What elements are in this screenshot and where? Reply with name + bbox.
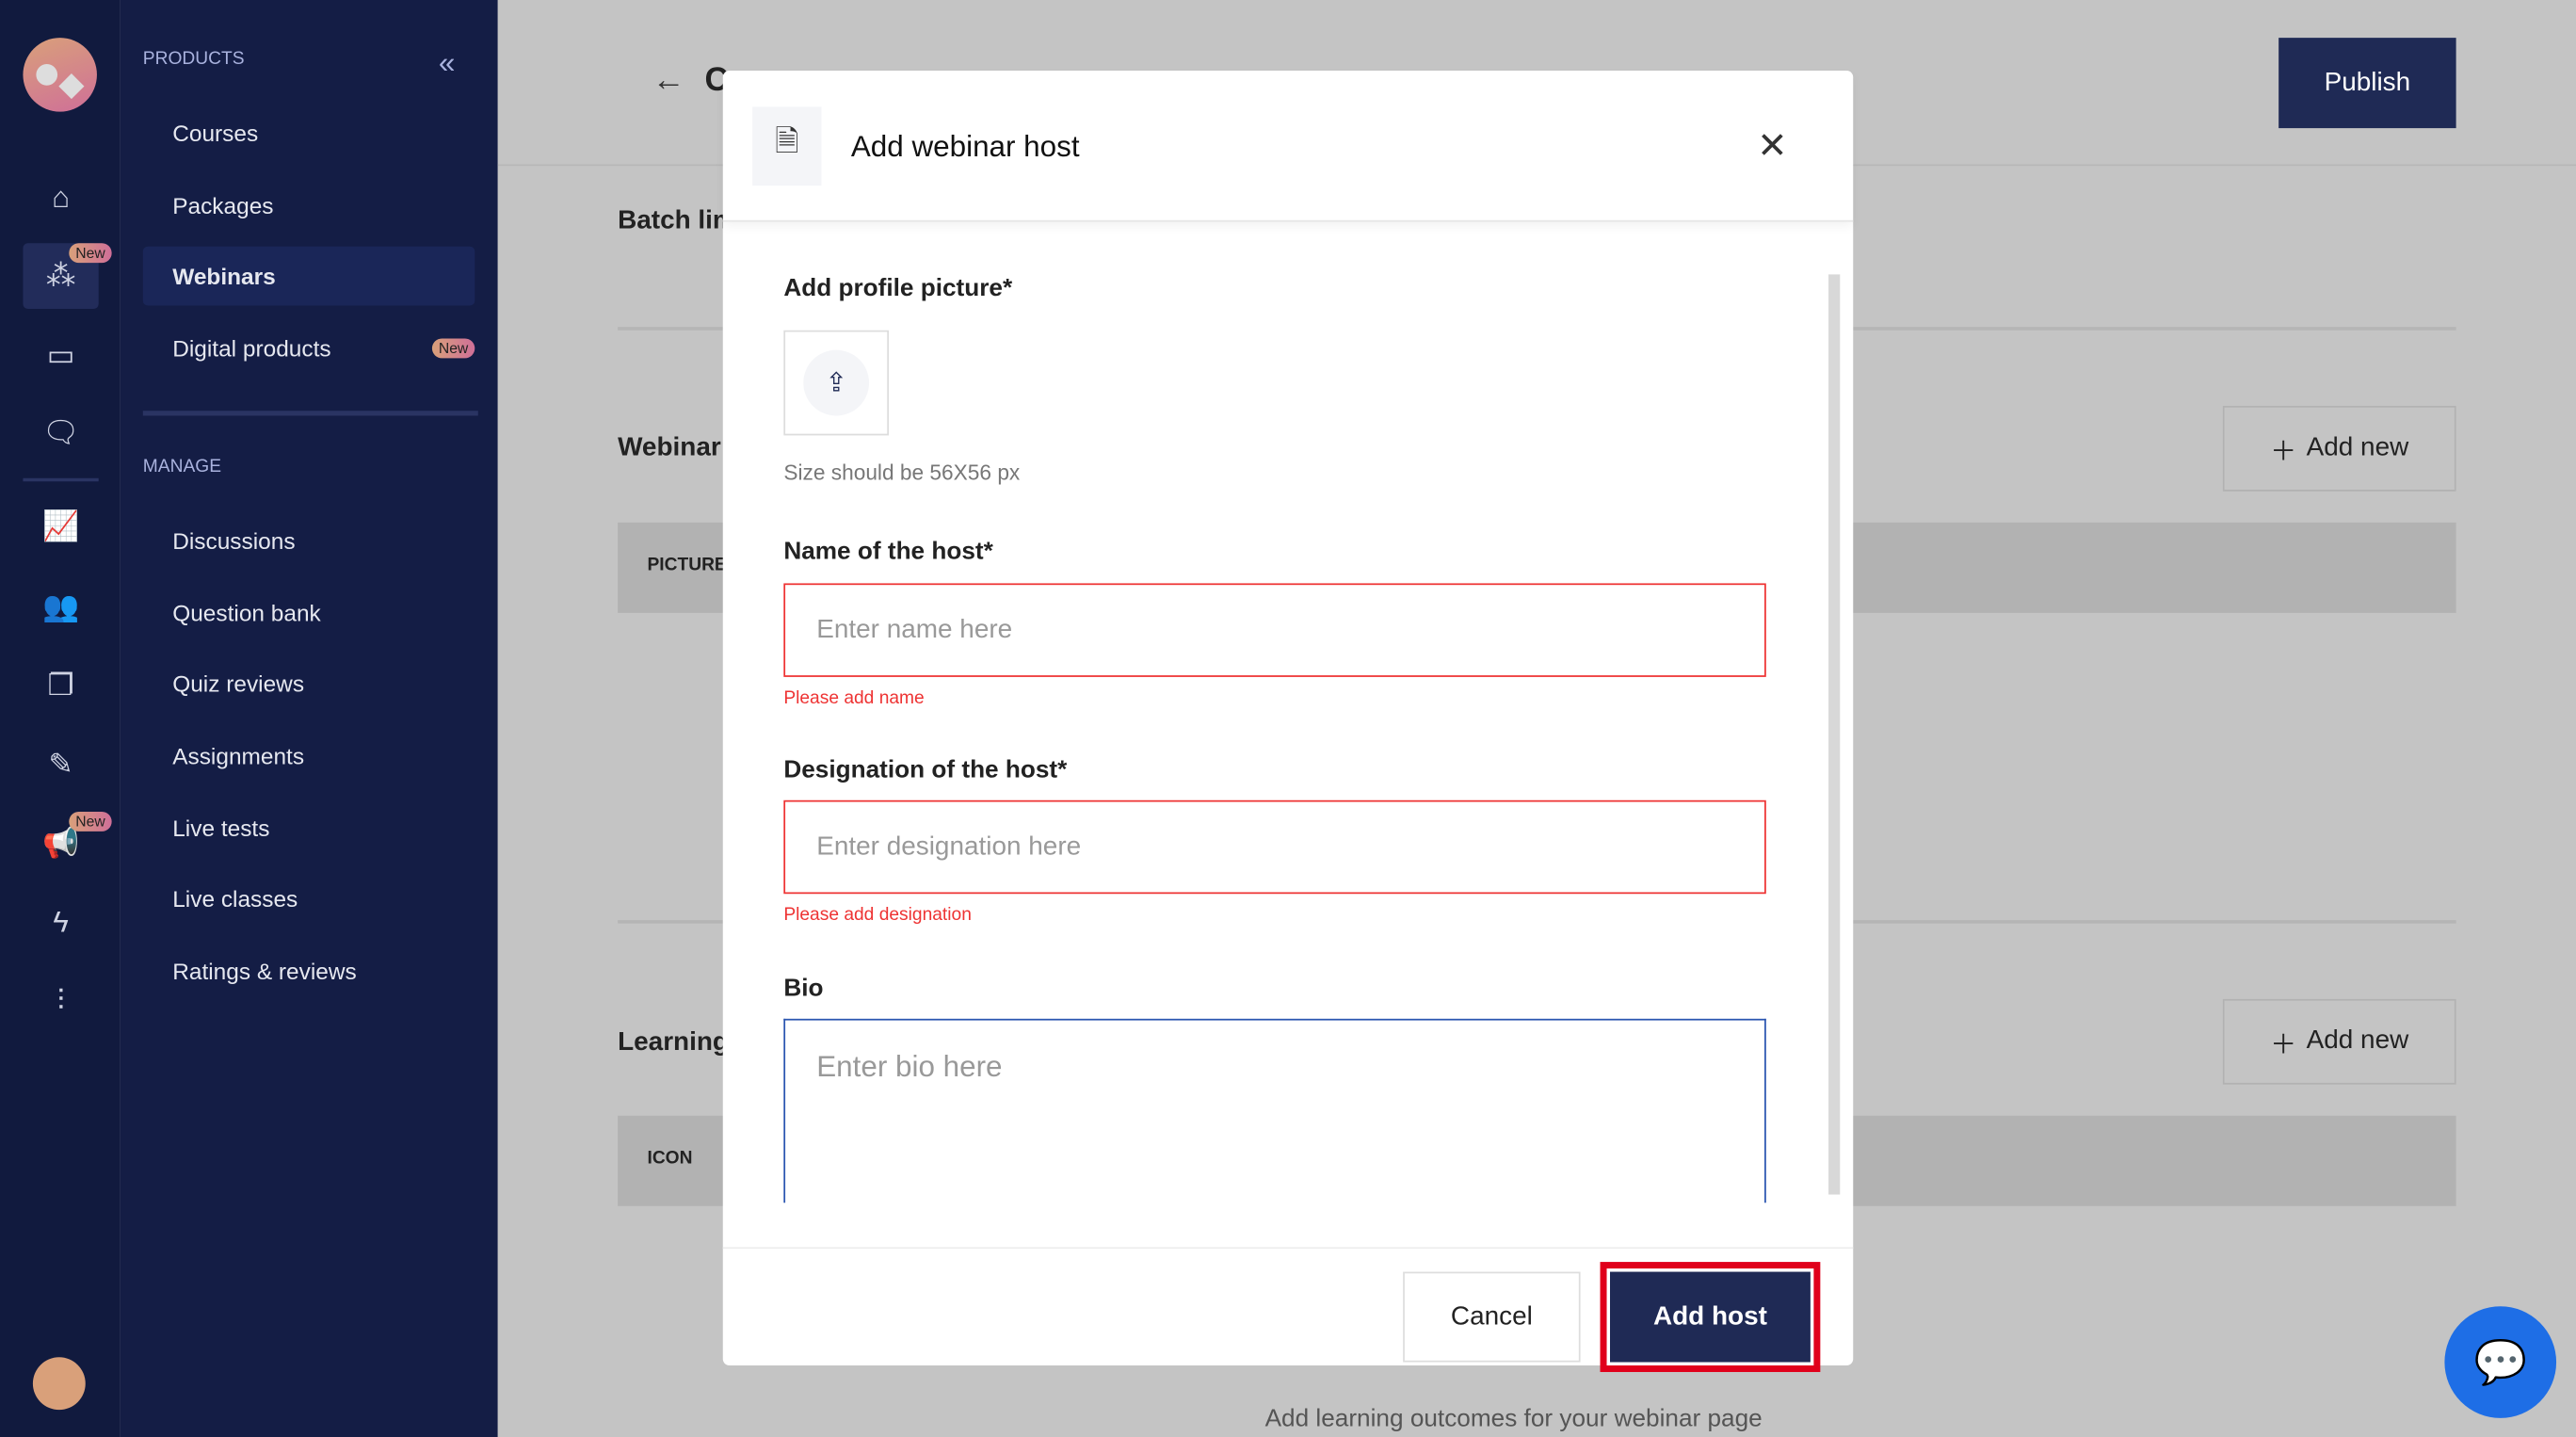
publish-button[interactable]: Publish (2278, 38, 2456, 129)
chat-icon[interactable]: 🗨 (23, 399, 98, 465)
close-icon[interactable]: ✕ (1757, 125, 1787, 168)
sidebar-item-label: Assignments (172, 742, 305, 769)
cancel-button[interactable]: Cancel (1403, 1271, 1581, 1363)
chat-icon: 💬 (2473, 1336, 2527, 1386)
profile-picture-label: Add profile picture* (783, 274, 1013, 303)
sidebar-item-digital-products[interactable]: Digital products New (143, 319, 475, 379)
sidebar-item-packages[interactable]: Packages (143, 176, 475, 235)
sidebar-item-label: Courses (172, 120, 259, 147)
designation-error: Please add designation (783, 905, 972, 926)
documents-icon[interactable]: ❐ (23, 653, 98, 718)
lightning-icon[interactable]: ϟ (23, 889, 98, 955)
home-icon[interactable]: ⌂ (23, 164, 98, 230)
sidebar-item-courses[interactable]: Courses (143, 104, 475, 163)
sidebar-item-question-bank[interactable]: Question bank (143, 583, 475, 642)
tools-icon[interactable]: ✎ (23, 731, 98, 797)
learning-outcomes-label: Learning (618, 1028, 729, 1057)
icon-rail: ⌂ ⁂ New ▭ 🗨 📈 👥 ❐ ✎ 📢 New ϟ ⫶ (0, 0, 121, 1437)
plus-icon: ＋ (2270, 438, 2297, 467)
add-host-button[interactable]: Add host (1600, 1262, 1821, 1372)
avatar[interactable] (32, 1357, 86, 1411)
divider (23, 477, 99, 482)
host-name-input[interactable] (783, 583, 1766, 677)
sidebar-item-label: Packages (172, 192, 274, 219)
chat-support-button[interactable]: 💬 (2444, 1306, 2557, 1418)
bio-label: Bio (783, 974, 824, 1003)
divider (142, 411, 478, 416)
document-icon: 🗎 (752, 106, 822, 186)
button-label: Add new (2306, 433, 2409, 462)
new-badge: New (431, 338, 475, 359)
upload-icon: ⇪ (803, 349, 870, 416)
new-badge: New (69, 811, 112, 832)
empty-outcomes-text: Add learning outcomes for your webinar p… (1264, 1404, 1763, 1433)
users-icon[interactable]: 👥 (23, 573, 98, 639)
settings-sliders-icon[interactable]: ⫶ (23, 968, 98, 1034)
collapse-icon[interactable]: « (439, 46, 455, 81)
new-badge: New (69, 243, 112, 264)
column-header-icon: ICON (647, 1148, 693, 1169)
sidebar: PRODUCTS « Courses Packages Webinars Dig… (120, 0, 498, 1437)
designation-label: Designation of the host* (783, 755, 1068, 784)
modal-footer: Cancel Add host (722, 1247, 1854, 1372)
back-arrow-icon[interactable]: ← (652, 62, 685, 100)
add-new-host-button[interactable]: ＋ Add new (2222, 405, 2456, 492)
name-error: Please add name (783, 688, 925, 709)
sidebar-item-discussions[interactable]: Discussions (143, 511, 475, 571)
add-webinar-host-modal: 🗎 Add webinar host ✕ Add profile picture… (722, 71, 1854, 1372)
sidebar-item-ratings-reviews[interactable]: Ratings & reviews (143, 942, 475, 1001)
add-new-outcome-button[interactable]: ＋ Add new (2222, 998, 2456, 1085)
button-label: Add new (2306, 1026, 2409, 1056)
sidebar-item-label: Discussions (172, 527, 296, 555)
webinar-hosts-label: Webinar (618, 433, 721, 462)
sidebar-item-label: Question bank (172, 599, 321, 626)
sidebar-item-assignments[interactable]: Assignments (143, 726, 475, 785)
modal-title: Add webinar host (850, 129, 1080, 163)
sidebar-item-live-tests[interactable]: Live tests (143, 799, 475, 858)
modal-scrollbar[interactable] (1828, 274, 1841, 1195)
host-name-label: Name of the host* (783, 537, 993, 566)
sidebar-item-label: Webinars (172, 263, 276, 290)
sidebar-item-quiz-reviews[interactable]: Quiz reviews (143, 654, 475, 713)
sidebar-item-webinars[interactable]: Webinars (142, 246, 475, 306)
sidebar-item-label: Ratings & reviews (172, 958, 357, 985)
size-hint: Size should be 56X56 px (783, 460, 1021, 485)
analytics-icon[interactable]: 📈 (23, 492, 98, 558)
column-header-picture: PICTURE (647, 555, 727, 575)
sidebar-item-label: Digital products (172, 334, 331, 362)
logo[interactable] (23, 38, 97, 112)
batch-limit-label: Batch lim (618, 206, 736, 235)
ticket-icon[interactable]: ▭ (23, 322, 98, 388)
sidebar-item-label: Live classes (172, 885, 298, 912)
plus-icon: ＋ (2270, 1031, 2297, 1060)
manage-section-label: MANAGE (142, 457, 222, 477)
designation-input[interactable] (783, 799, 1766, 895)
products-section-label: PRODUCTS (142, 49, 245, 70)
sidebar-item-label: Quiz reviews (172, 670, 305, 697)
sidebar-item-live-classes[interactable]: Live classes (143, 869, 475, 928)
modal-header: 🗎 Add webinar host ✕ (722, 71, 1854, 222)
upload-picture-button[interactable]: ⇪ (783, 330, 889, 436)
sidebar-item-label: Live tests (172, 815, 270, 842)
bio-textarea[interactable] (783, 1018, 1766, 1203)
